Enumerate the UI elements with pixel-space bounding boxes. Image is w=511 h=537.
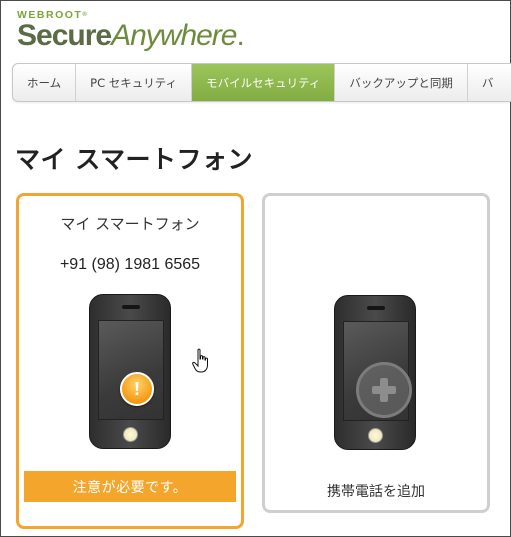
plus-icon: [356, 362, 412, 418]
tab-pc-security[interactable]: PC セキュリティ: [76, 64, 193, 101]
add-phone-label: 携帯電話を追加: [327, 484, 425, 500]
phone-speaker: [367, 306, 385, 310]
page-title: マイ スマートフォン: [15, 145, 253, 174]
device-phone-number: +91 (98) 1981 6565: [59, 256, 201, 273]
phone-home-button: [123, 427, 138, 442]
webroot-logo[interactable]: WEBROOT® SecureAnywhere.: [17, 10, 245, 52]
tab-mobile-security[interactable]: モバイルセキュリティ: [192, 64, 336, 101]
app-window: WEBROOT® SecureAnywhere. ホーム PC セキュリティ モ…: [0, 0, 511, 537]
device-name: マイ スマートフォン: [60, 215, 200, 233]
phone-speaker: [122, 305, 140, 309]
tab-backup-sync[interactable]: バックアップと同期: [335, 64, 468, 101]
phone-screen: !: [98, 320, 164, 420]
logo-product-secure: Secure: [17, 19, 112, 52]
add-phone-card[interactable]: 携帯電話を追加: [262, 193, 490, 513]
tab-truncated[interactable]: バ: [468, 64, 511, 101]
logo-trademark: ®: [82, 12, 87, 18]
hand-cursor-icon: [192, 348, 208, 373]
logo-product-anywhere: Anywhere: [111, 19, 237, 52]
phone-screen: [343, 321, 412, 421]
logo-product-dot: .: [236, 19, 244, 52]
phone-home-button: [368, 428, 383, 443]
tab-home[interactable]: ホーム: [13, 64, 77, 101]
smartphone-icon: !: [89, 294, 171, 449]
main-nav: ホーム PC セキュリティ モバイルセキュリティ バックアップと同期 バ: [12, 63, 511, 102]
smartphone-icon: [334, 295, 416, 450]
warning-icon: !: [120, 372, 154, 406]
status-badge[interactable]: 注意が必要です。: [24, 471, 236, 502]
